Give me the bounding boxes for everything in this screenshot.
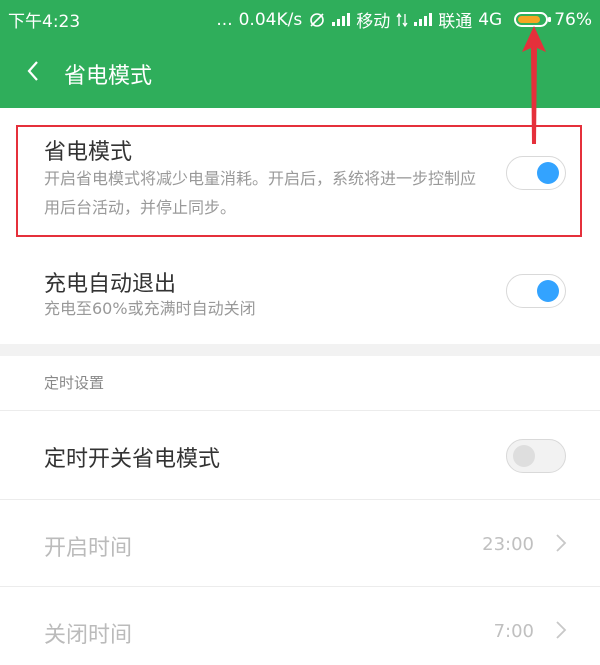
title-bar: 省电模式 [0,46,600,98]
section-divider [0,344,600,356]
status-bar: 下午4:23 ... 0.04K/s 移动 联通 4G 76% [0,0,600,34]
schedule-toggle-row[interactable]: 定时开关省电模式 [0,411,600,499]
schedule-section-label: 定时设置 [44,374,105,392]
page-title: 省电模式 [64,64,153,89]
end-time-row[interactable]: 关闭时间 7:00 [0,587,600,665]
alarm-off-icon [310,12,325,27]
start-time-value: 23:00 [482,534,534,555]
battery-icon [514,12,552,27]
chevron-right-icon [556,534,567,552]
carrier-1: 移动 [356,12,391,32]
toggle-knob [537,280,559,302]
signal-icon [332,13,351,26]
carrier-2: 联通 [438,12,473,32]
schedule-toggle-title: 定时开关省电模式 [44,447,221,472]
app-header: 下午4:23 ... 0.04K/s 移动 联通 4G 76% 省电模式 [0,0,600,108]
schedule-toggle[interactable] [506,439,566,473]
end-time-title: 关闭时间 [44,623,133,648]
network-speed: 0.04K/s [238,9,303,30]
charge-exit-toggle[interactable] [506,274,566,308]
toggle-knob [513,445,535,467]
data-transfer-icon [396,12,408,27]
status-time: 下午4:23 [8,12,81,32]
notification-dots: ... [216,9,233,30]
highlight-box [16,125,582,237]
battery-percent: 76% [554,9,592,30]
charge-exit-row[interactable]: 充电自动退出 充电至60%或充满时自动关闭 [0,244,600,344]
signal-icon-2 [414,13,433,26]
start-time-title: 开启时间 [44,536,133,561]
network-type: 4G [478,9,503,30]
end-time-value: 7:00 [493,621,534,642]
chevron-right-icon [556,621,567,639]
chevron-left-icon[interactable] [22,56,44,86]
start-time-row[interactable]: 开启时间 23:00 [0,500,600,586]
charge-exit-desc: 充电至60%或充满时自动关闭 [44,299,256,318]
